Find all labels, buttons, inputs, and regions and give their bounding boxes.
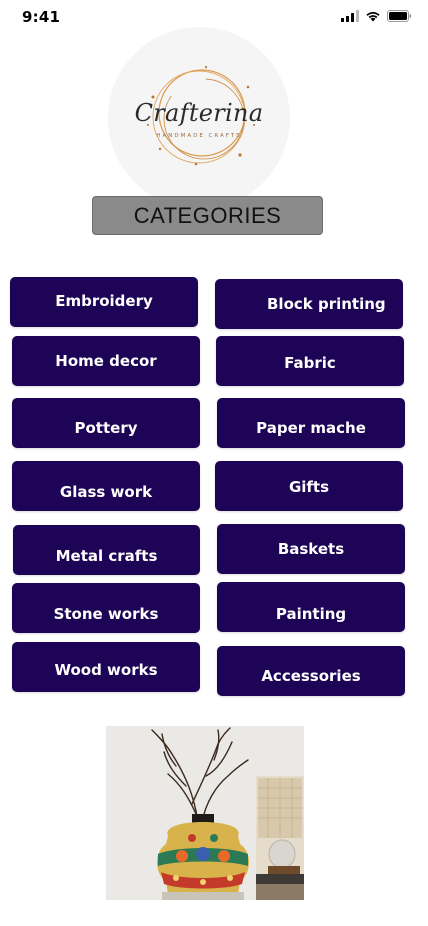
category-label: Stone works — [53, 605, 159, 623]
category-button-metal-crafts[interactable]: Metal crafts — [13, 525, 200, 575]
painted-vase-photo — [106, 726, 304, 900]
category-label: Embroidery — [55, 292, 153, 310]
category-label: Painting — [275, 605, 347, 623]
category-label: Glass work — [59, 483, 153, 501]
cellular-signal-icon — [341, 10, 359, 22]
categories-header-label: CATEGORIES — [133, 202, 282, 228]
category-label: Gifts — [288, 478, 330, 496]
category-button-embroidery[interactable]: Embroidery — [10, 277, 198, 327]
category-label: Baskets — [277, 540, 345, 558]
category-button-wood-works[interactable]: Wood works — [12, 642, 200, 692]
category-label: Block printing — [267, 295, 386, 313]
category-label: Pottery — [74, 419, 138, 437]
category-label: Fabric — [284, 354, 336, 372]
category-label: Accessories — [261, 667, 361, 685]
category-button-fabric[interactable]: Fabric — [216, 336, 404, 386]
category-button-stone-works[interactable]: Stone works — [12, 583, 200, 633]
category-button-pottery[interactable]: Pottery — [12, 398, 200, 448]
category-button-block-printing[interactable]: Block printing — [215, 279, 403, 329]
category-label: Paper mache — [256, 419, 366, 437]
battery-icon — [387, 10, 412, 22]
status-icons — [341, 10, 412, 22]
category-button-accessories[interactable]: Accessories — [217, 646, 405, 696]
category-label: Home decor — [55, 352, 157, 370]
category-button-baskets[interactable]: Baskets — [217, 524, 405, 574]
brand-name: Crafterina — [134, 99, 264, 127]
categories-header: CATEGORIES — [92, 196, 323, 235]
category-label: Wood works — [54, 661, 158, 679]
category-button-painting[interactable]: Painting — [217, 582, 405, 632]
status-time: 9:41 — [22, 8, 61, 26]
brand-tagline: HANDMADE CRAFTS — [156, 133, 242, 139]
category-button-gifts[interactable]: Gifts — [215, 461, 403, 511]
wifi-icon — [366, 11, 380, 22]
category-label: Metal crafts — [55, 547, 158, 565]
category-button-paper-mache[interactable]: Paper mache — [217, 398, 405, 448]
brand-logo: Crafterina HANDMADE CRAFTS — [108, 27, 290, 209]
category-button-home-decor[interactable]: Home decor — [12, 336, 200, 386]
category-button-glass-work[interactable]: Glass work — [12, 461, 200, 511]
vase-illustration — [106, 726, 304, 900]
